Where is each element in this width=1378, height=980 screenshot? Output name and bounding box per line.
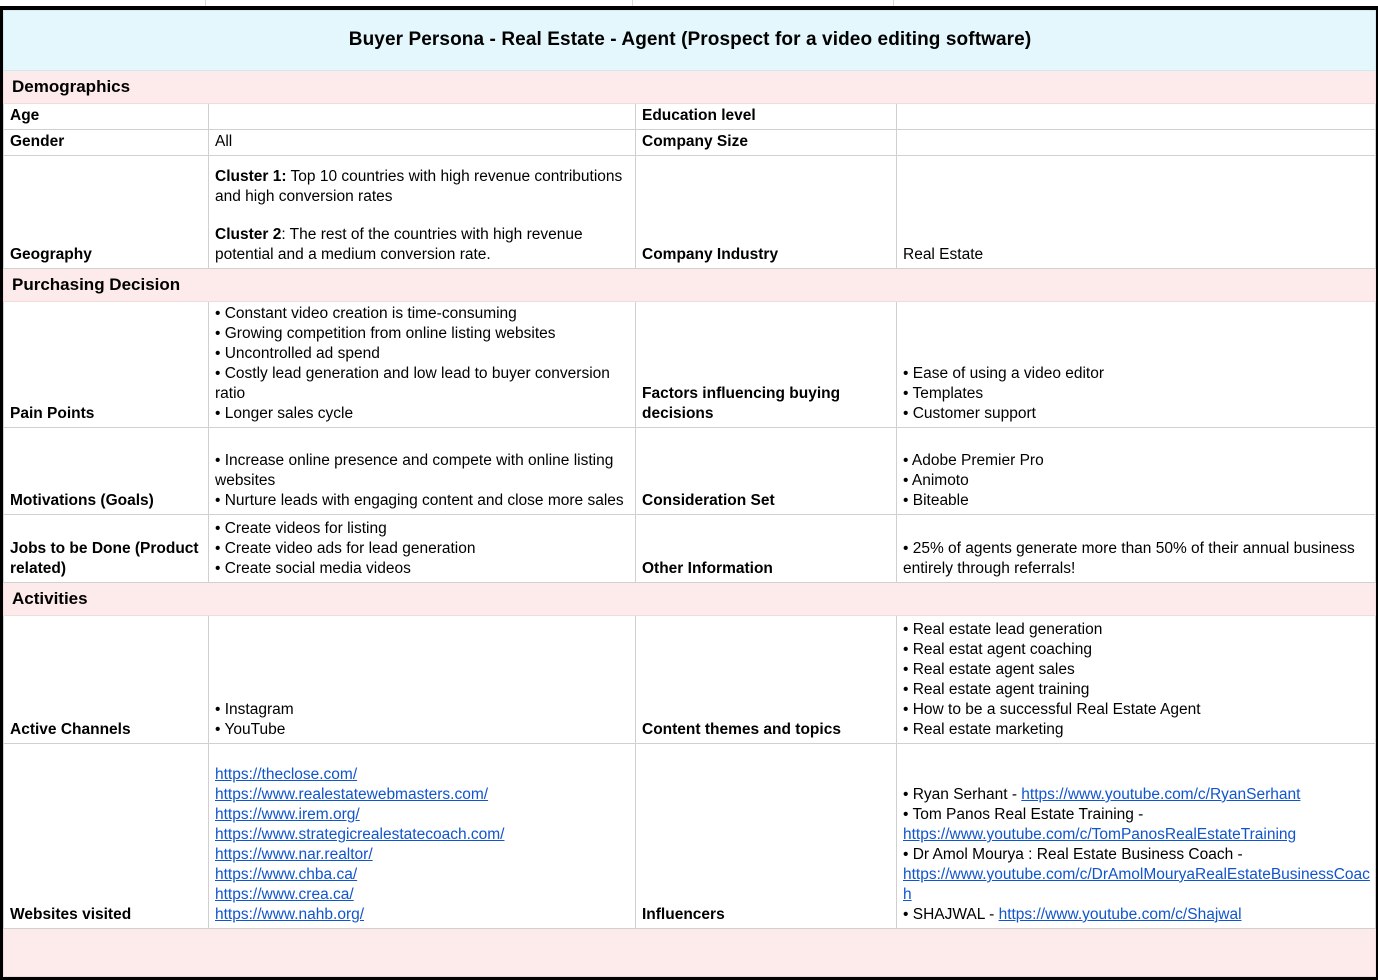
sheet-gridline-strip [0, 0, 1378, 6]
website-link[interactable]: https://www.crea.ca/ [215, 885, 630, 905]
value-company-size[interactable] [895, 129, 1377, 156]
label-gender: Gender [3, 129, 209, 156]
value-geography[interactable]: Cluster 1: Top 10 countries with high re… [208, 155, 636, 269]
website-link[interactable]: https://www.irem.org/ [215, 805, 630, 825]
table-row-jobs-to-be-done: Jobs to be Done (Product related) • Crea… [3, 514, 1377, 583]
influencer-item: • Dr Amol Mourya : Real Estate Business … [903, 845, 1370, 905]
label-geography: Geography [3, 155, 209, 269]
label-jobs-to-be-done: Jobs to be Done (Product related) [3, 514, 209, 583]
value-pain-points[interactable]: • Constant video creation is time-consum… [208, 301, 636, 428]
influencer-link[interactable]: https://www.youtube.com/c/Shajwal [999, 906, 1242, 923]
section-header-demographics: Demographics [2, 70, 1377, 104]
label-other-information: Other Information [635, 514, 897, 583]
geography-cluster1-label: Cluster 1: [215, 168, 287, 185]
value-other-information[interactable]: • 25% of agents generate more than 50% o… [895, 514, 1377, 583]
website-link[interactable]: https://theclose.com/ [215, 765, 630, 785]
value-motivations[interactable]: • Increase online presence and compete w… [208, 427, 636, 515]
influencer-item: • SHAJWAL - https://www.youtube.com/c/Sh… [903, 905, 1370, 925]
table-title-row: Buyer Persona - Real Estate - Agent (Pro… [2, 10, 1377, 71]
geography-cluster2-label: Cluster 2 [215, 226, 282, 243]
website-link[interactable]: https://www.strategicrealestatecoach.com… [215, 825, 630, 845]
table-row-gender: Gender All Company Size [3, 129, 1377, 156]
geography-gap [215, 207, 630, 225]
influencer-bullet: • SHAJWAL - [903, 906, 999, 923]
value-websites-visited[interactable]: https://theclose.com/https://www.realest… [208, 743, 636, 929]
value-consideration-set[interactable]: • Adobe Premier Pro • Animoto • Biteable [895, 427, 1377, 515]
label-education-level: Education level [635, 103, 897, 130]
website-link[interactable]: https://www.chba.ca/ [215, 865, 630, 885]
label-active-channels: Active Channels [3, 615, 209, 744]
value-influencers[interactable]: • Ryan Serhant - https://www.youtube.com… [895, 743, 1377, 929]
website-link[interactable]: https://www.nar.realtor/ [215, 845, 630, 865]
influencer-bullet: • Dr Amol Mourya : Real Estate Business … [903, 846, 1243, 863]
value-gender[interactable]: All [208, 129, 636, 156]
websites-visited-list: https://theclose.com/https://www.realest… [215, 765, 630, 925]
label-websites-visited: Websites visited [3, 743, 209, 929]
table-row-geography: Geography Cluster 1: Top 10 countries wi… [3, 155, 1377, 269]
influencer-item: • Ryan Serhant - https://www.youtube.com… [903, 785, 1370, 805]
table-row-websites-visited: Websites visited https://theclose.com/ht… [3, 743, 1377, 929]
influencers-list: • Ryan Serhant - https://www.youtube.com… [903, 785, 1370, 925]
label-company-industry: Company Industry [635, 155, 897, 269]
table-row-active-channels: Active Channels • Instagram • YouTube Co… [3, 615, 1377, 744]
influencer-link[interactable]: https://www.youtube.com/c/DrAmolMouryaRe… [903, 866, 1370, 903]
section-header-purchasing-decision: Purchasing Decision [2, 268, 1377, 302]
table-row-pain-points: Pain Points • Constant video creation is… [3, 301, 1377, 428]
influencer-link[interactable]: https://www.youtube.com/c/RyanSerhant [1021, 786, 1300, 803]
label-age: Age [3, 103, 209, 130]
buyer-persona-table: Buyer Persona - Real Estate - Agent (Pro… [2, 10, 1377, 977]
section-label-demographics: Demographics [2, 70, 1377, 104]
influencer-bullet: • Ryan Serhant - [903, 786, 1022, 803]
label-content-themes-and-topics: Content themes and topics [635, 615, 897, 744]
label-motivations: Motivations (Goals) [3, 427, 209, 515]
buyer-persona-table-container: Buyer Persona - Real Estate - Agent (Pro… [0, 6, 1378, 980]
label-pain-points: Pain Points [3, 301, 209, 428]
influencer-item: • Tom Panos Real Estate Training - https… [903, 805, 1370, 845]
influencer-bullet: • Tom Panos Real Estate Training - [903, 806, 1144, 823]
label-influencers: Influencers [635, 743, 897, 929]
label-factors-influencing-buying-decisions: Factors influencing buying decisions [635, 301, 897, 428]
website-link[interactable]: https://www.realestatewebmasters.com/ [215, 785, 630, 805]
section-footer-blank [2, 928, 1377, 977]
section-label-purchasing-decision: Purchasing Decision [2, 268, 1377, 302]
page-title: Buyer Persona - Real Estate - Agent (Pro… [2, 10, 1377, 71]
value-company-industry[interactable]: Real Estate [895, 155, 1377, 269]
table-row-age: Age Education level [3, 103, 1377, 130]
value-jobs-to-be-done[interactable]: • Create videos for listing • Create vid… [208, 514, 636, 583]
value-active-channels[interactable]: • Instagram • YouTube [208, 615, 636, 744]
value-content-themes-and-topics[interactable]: • Real estate lead generation • Real est… [895, 615, 1377, 744]
value-age[interactable] [208, 103, 636, 130]
website-link[interactable]: https://www.nahb.org/ [215, 905, 630, 925]
section-label-activities: Activities [2, 582, 1377, 616]
section-header-activities: Activities [2, 582, 1377, 616]
label-company-size: Company Size [635, 129, 897, 156]
table-row-motivations: Motivations (Goals) • Increase online pr… [3, 427, 1377, 515]
label-consideration-set: Consideration Set [635, 427, 897, 515]
section-footer-blank-cell [2, 928, 1377, 977]
influencer-link[interactable]: https://www.youtube.com/c/TomPanosRealEs… [903, 826, 1296, 843]
value-factors-influencing-buying-decisions[interactable]: • Ease of using a video editor • Templat… [895, 301, 1377, 428]
value-education-level[interactable] [895, 103, 1377, 130]
